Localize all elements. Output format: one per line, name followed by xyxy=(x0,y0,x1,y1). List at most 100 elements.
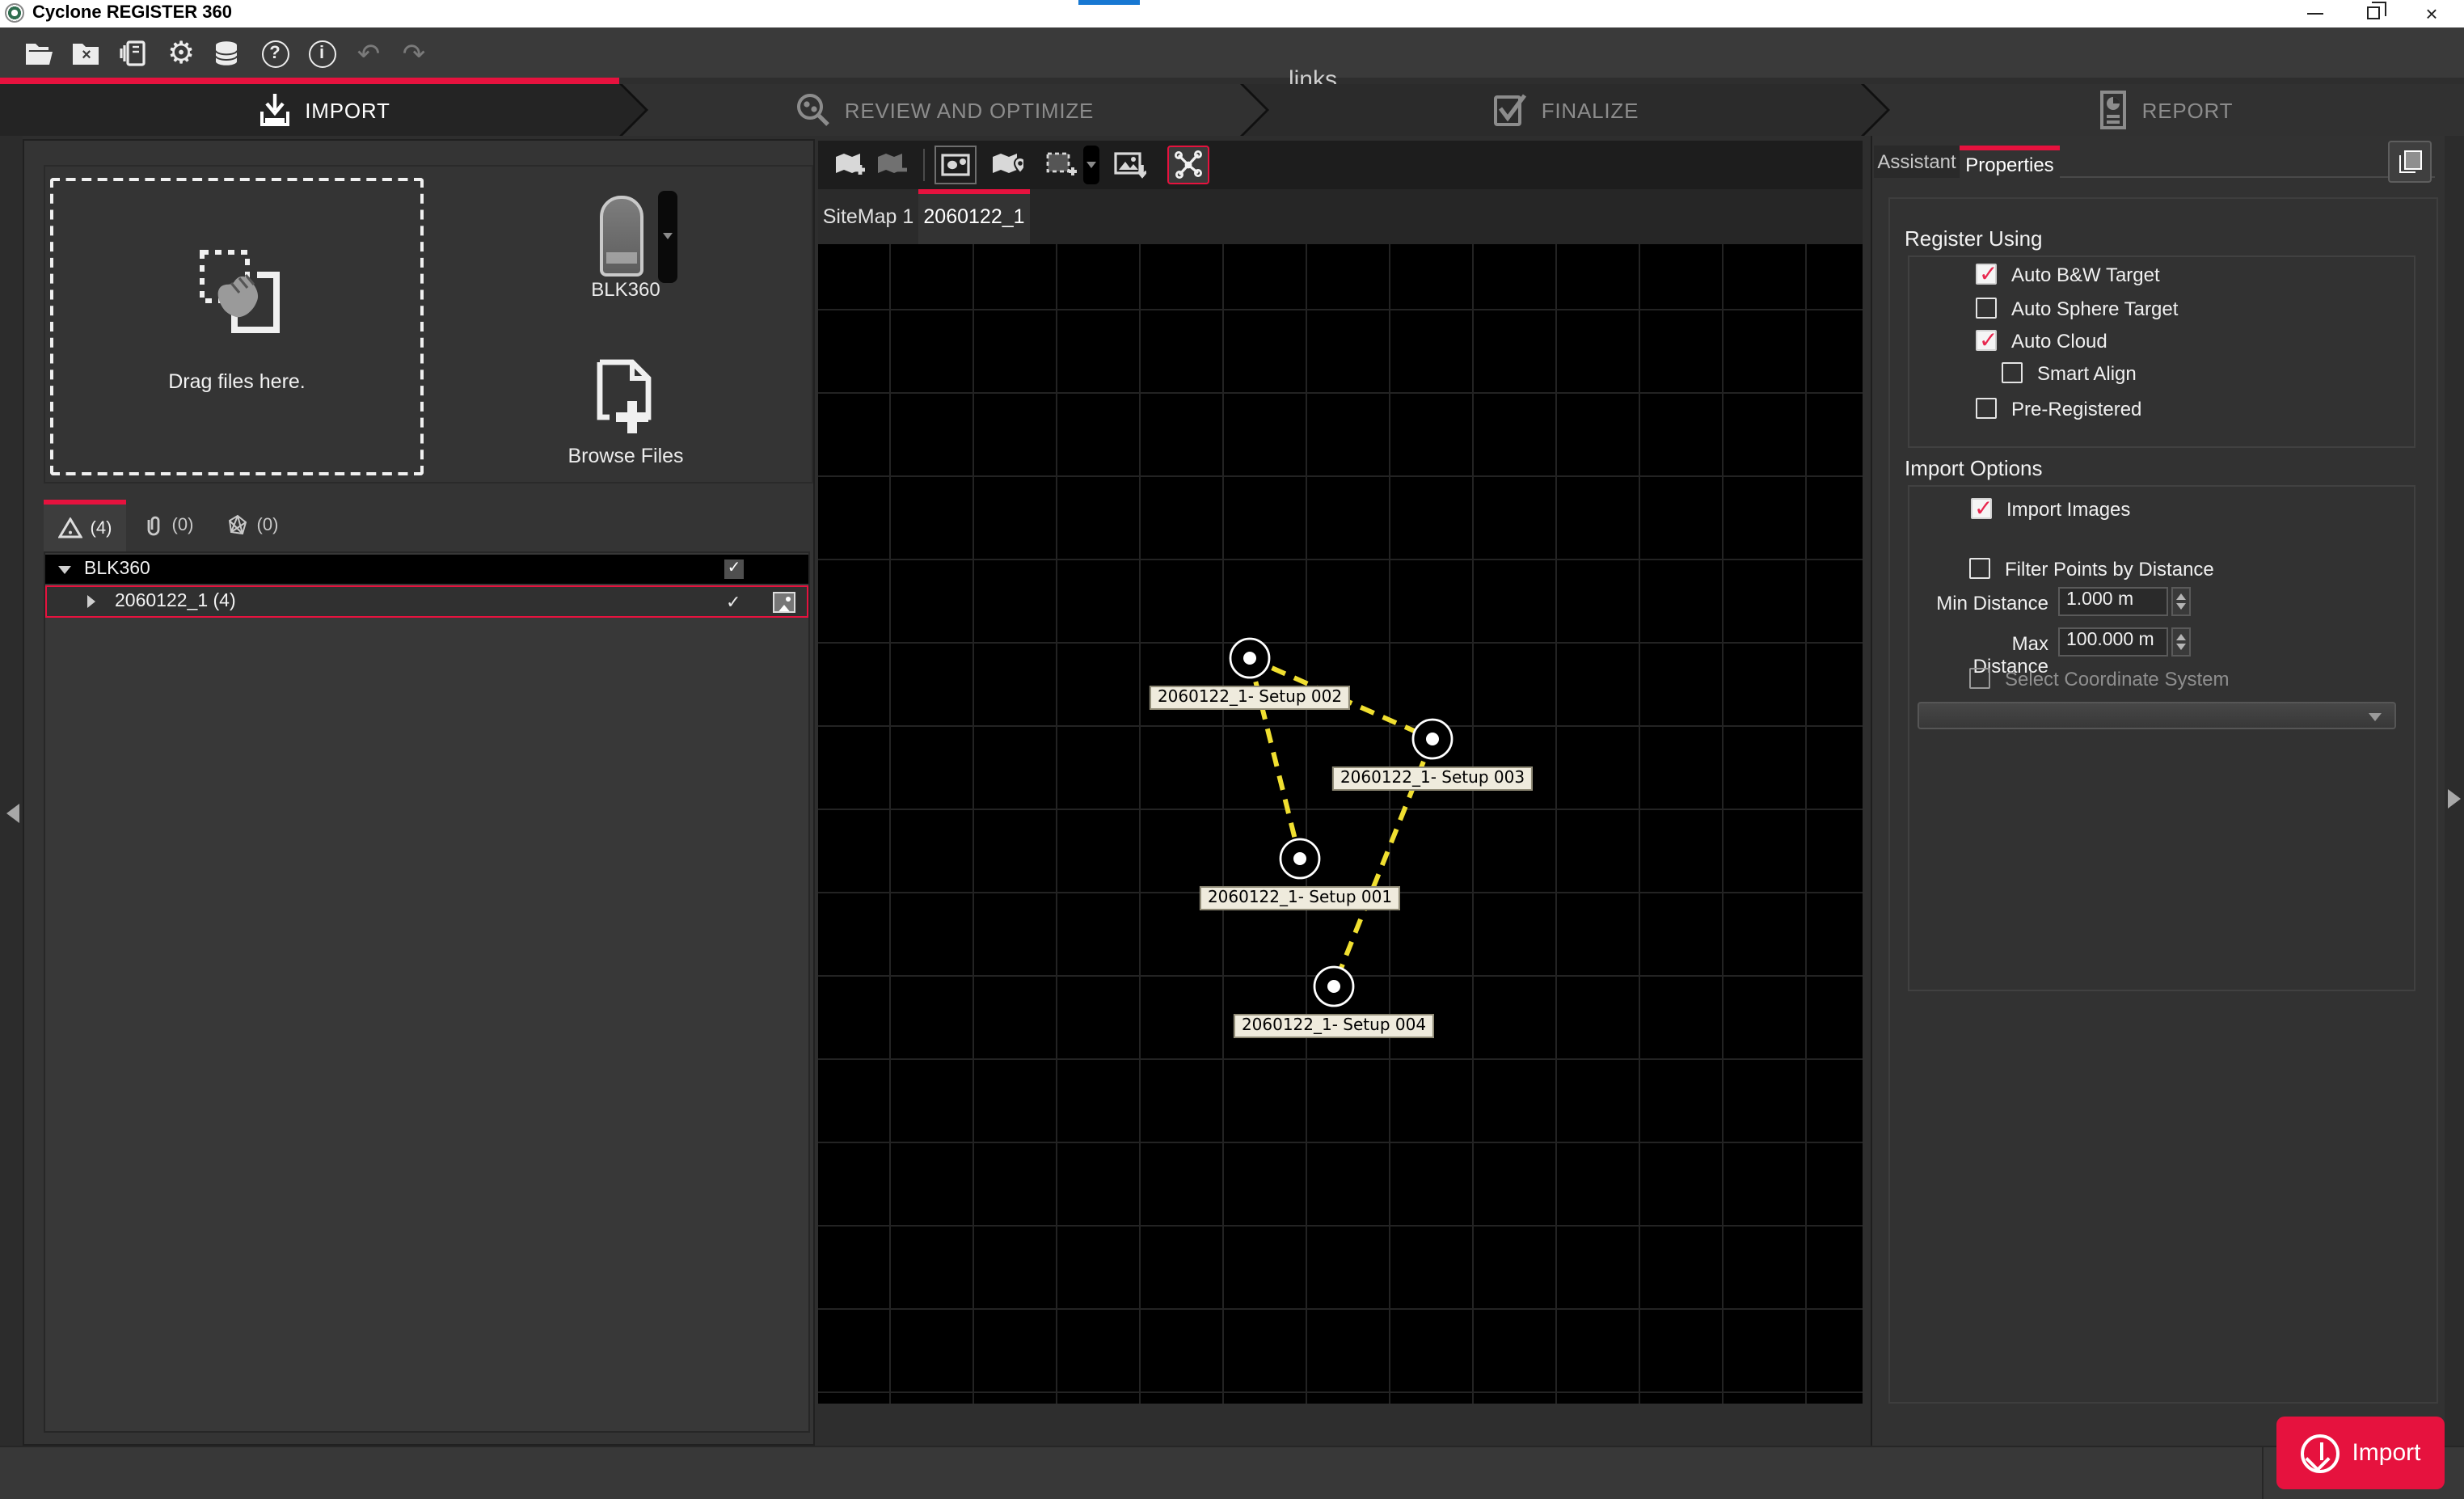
min-distance-spinner[interactable] xyxy=(2171,587,2191,616)
setup-node-label: 2060122_1- Setup 004 xyxy=(1234,1014,1434,1038)
close-button[interactable]: × xyxy=(2412,0,2451,26)
restore-button[interactable] xyxy=(2354,0,2393,26)
title-bar: Cyclone REGISTER 360 × xyxy=(0,0,2464,27)
minimize-button[interactable] xyxy=(2296,0,2335,26)
tab-attachments[interactable]: (0) xyxy=(129,500,209,551)
coordinate-system-label: Select Coordinate System xyxy=(2005,668,2229,690)
sitemap-pin-icon[interactable] xyxy=(986,146,1028,184)
remove-sitemap-icon[interactable] xyxy=(871,146,913,184)
browse-files-label: Browse Files xyxy=(534,445,718,467)
finalize-check-icon xyxy=(1491,91,1530,129)
collapse-left-panel-arrow[interactable] xyxy=(6,804,19,823)
import-options-heading: Import Options xyxy=(1905,456,2043,480)
tab-properties-label: Properties xyxy=(1965,153,2053,175)
sitemap-canvas[interactable]: 2060122_1- Setup 002 2060122_1- Setup 003… xyxy=(818,244,1863,1404)
import-images-checkbox[interactable] xyxy=(1971,498,1992,519)
collapse-right-panel-arrow[interactable] xyxy=(2448,789,2461,809)
database-icon[interactable] xyxy=(209,36,244,71)
tab-report[interactable]: REPORT xyxy=(1864,84,2464,136)
undo-icon[interactable]: ↶ xyxy=(351,36,386,71)
paperclip-icon xyxy=(145,514,164,537)
coordinate-system-checkbox[interactable] xyxy=(1969,668,1990,689)
blk360-dropdown[interactable] xyxy=(658,191,677,283)
auto-sphere-target-label: Auto Sphere Target xyxy=(2011,298,2178,320)
collapse-arrow-icon[interactable] xyxy=(87,595,102,608)
tab-properties[interactable]: Properties xyxy=(1960,146,2060,178)
import-button-label: Import xyxy=(2352,1439,2420,1467)
tab-2060122-1-label: 2060122_1 xyxy=(923,205,1024,228)
tree-row-blk360[interactable]: BLK360 ✓ xyxy=(45,555,808,584)
auto-sphere-target-checkbox[interactable] xyxy=(1976,298,1997,319)
setup-node-label: 2060122_1- Setup 002 xyxy=(1150,686,1350,710)
restore-icon xyxy=(2367,6,2380,19)
storage-manager-icon[interactable] xyxy=(115,36,150,71)
max-distance-spinner[interactable] xyxy=(2171,627,2191,657)
blk360-device-icon[interactable] xyxy=(600,196,643,277)
tab-sitemap-1[interactable]: SiteMap 1 xyxy=(818,189,918,244)
coordinate-system-dropdown[interactable] xyxy=(1918,702,2396,729)
selection-dropdown[interactable] xyxy=(1083,146,1099,184)
browse-files-button[interactable] xyxy=(585,356,666,440)
active-viewport-tab-indicator xyxy=(918,189,1030,194)
left-gutter xyxy=(0,136,23,1446)
info-icon[interactable]: i xyxy=(304,36,340,71)
selection-add-icon[interactable] xyxy=(1041,146,1083,184)
pre-registered-checkbox[interactable] xyxy=(1976,398,1997,419)
links-tool-icon[interactable] xyxy=(1167,146,1209,184)
import-download-icon xyxy=(255,92,293,128)
image-download-icon[interactable] xyxy=(1109,146,1151,184)
tree-row-check-icon[interactable]: ✓ xyxy=(726,591,740,612)
expand-arrow-icon[interactable] xyxy=(58,565,71,580)
setup-node[interactable] xyxy=(1314,967,1353,1006)
import-images-label: Import Images xyxy=(2006,498,2130,521)
active-step-indicator xyxy=(0,78,619,84)
main-toolbar: × ⚙ ? i ↶ ↷ links xyxy=(0,27,2464,78)
drag-hand-icon xyxy=(196,249,283,340)
report-document-icon xyxy=(2095,91,2131,129)
help-icon[interactable]: ? xyxy=(257,36,293,71)
setup-node[interactable] xyxy=(1281,839,1319,878)
browse-files-icon xyxy=(595,359,656,437)
tree-row-checkbox[interactable]: ✓ xyxy=(724,559,744,579)
tab-import[interactable]: IMPORT xyxy=(0,84,645,136)
open-folder-icon[interactable] xyxy=(21,36,57,71)
tree-row-image-icon[interactable] xyxy=(773,591,795,612)
tab-finalize[interactable]: FINALIZE xyxy=(1243,84,1887,136)
sitemap-image-icon[interactable] xyxy=(935,146,977,184)
pre-registered-label: Pre-Registered xyxy=(2011,398,2141,420)
smart-align-checkbox[interactable] xyxy=(2002,362,2023,383)
setup-node[interactable] xyxy=(1413,720,1452,758)
auto-bw-target-checkbox[interactable] xyxy=(1976,264,1997,285)
max-distance-input[interactable]: 100.000 m xyxy=(2058,627,2168,657)
tab-assistant[interactable]: Assistant xyxy=(1874,146,1960,178)
blk360-label: BLK360 xyxy=(550,278,702,301)
drag-files-dropzone[interactable]: Drag files here. xyxy=(50,178,424,475)
min-distance-input[interactable]: 1.000 m xyxy=(2058,587,2168,616)
issues-count: (4) xyxy=(91,518,112,538)
tab-report-label: REPORT xyxy=(2142,98,2234,122)
tab-import-label: IMPORT xyxy=(305,98,390,122)
taskbar-peek-strip xyxy=(1078,0,1140,5)
import-tree xyxy=(44,551,810,1433)
add-sitemap-icon[interactable] xyxy=(829,146,871,184)
import-button[interactable]: Import xyxy=(2276,1417,2445,1489)
tab-bundles[interactable]: (0) xyxy=(212,500,293,551)
tab-assistant-label: Assistant xyxy=(1877,150,1956,173)
close-project-icon[interactable]: × xyxy=(68,36,103,71)
setup-node[interactable] xyxy=(1230,639,1269,678)
min-distance-label: Min Distance xyxy=(1935,592,2048,614)
review-magnifier-icon xyxy=(795,91,833,129)
tab-2060122-1[interactable]: 2060122_1 xyxy=(918,189,1030,244)
auto-cloud-checkbox[interactable] xyxy=(1976,330,1997,351)
setup-node-label: 2060122_1- Setup 003 xyxy=(1332,766,1533,791)
tab-issues[interactable]: (4) xyxy=(44,500,126,551)
redo-icon[interactable]: ↷ xyxy=(396,36,432,71)
import-download-icon xyxy=(2300,1434,2339,1472)
filter-points-checkbox[interactable] xyxy=(1969,558,1990,579)
panel-layout-button[interactable] xyxy=(2388,141,2432,183)
tab-review-label: REVIEW AND OPTIMIZE xyxy=(845,98,1094,122)
tab-review-and-optimize[interactable]: REVIEW AND OPTIMIZE xyxy=(622,84,1266,136)
settings-gear-icon[interactable]: ⚙ xyxy=(163,36,199,71)
tab-finalize-label: FINALIZE xyxy=(1542,98,1639,122)
tree-row-2060122[interactable]: 2060122_1 (4) ✓ xyxy=(45,585,808,618)
